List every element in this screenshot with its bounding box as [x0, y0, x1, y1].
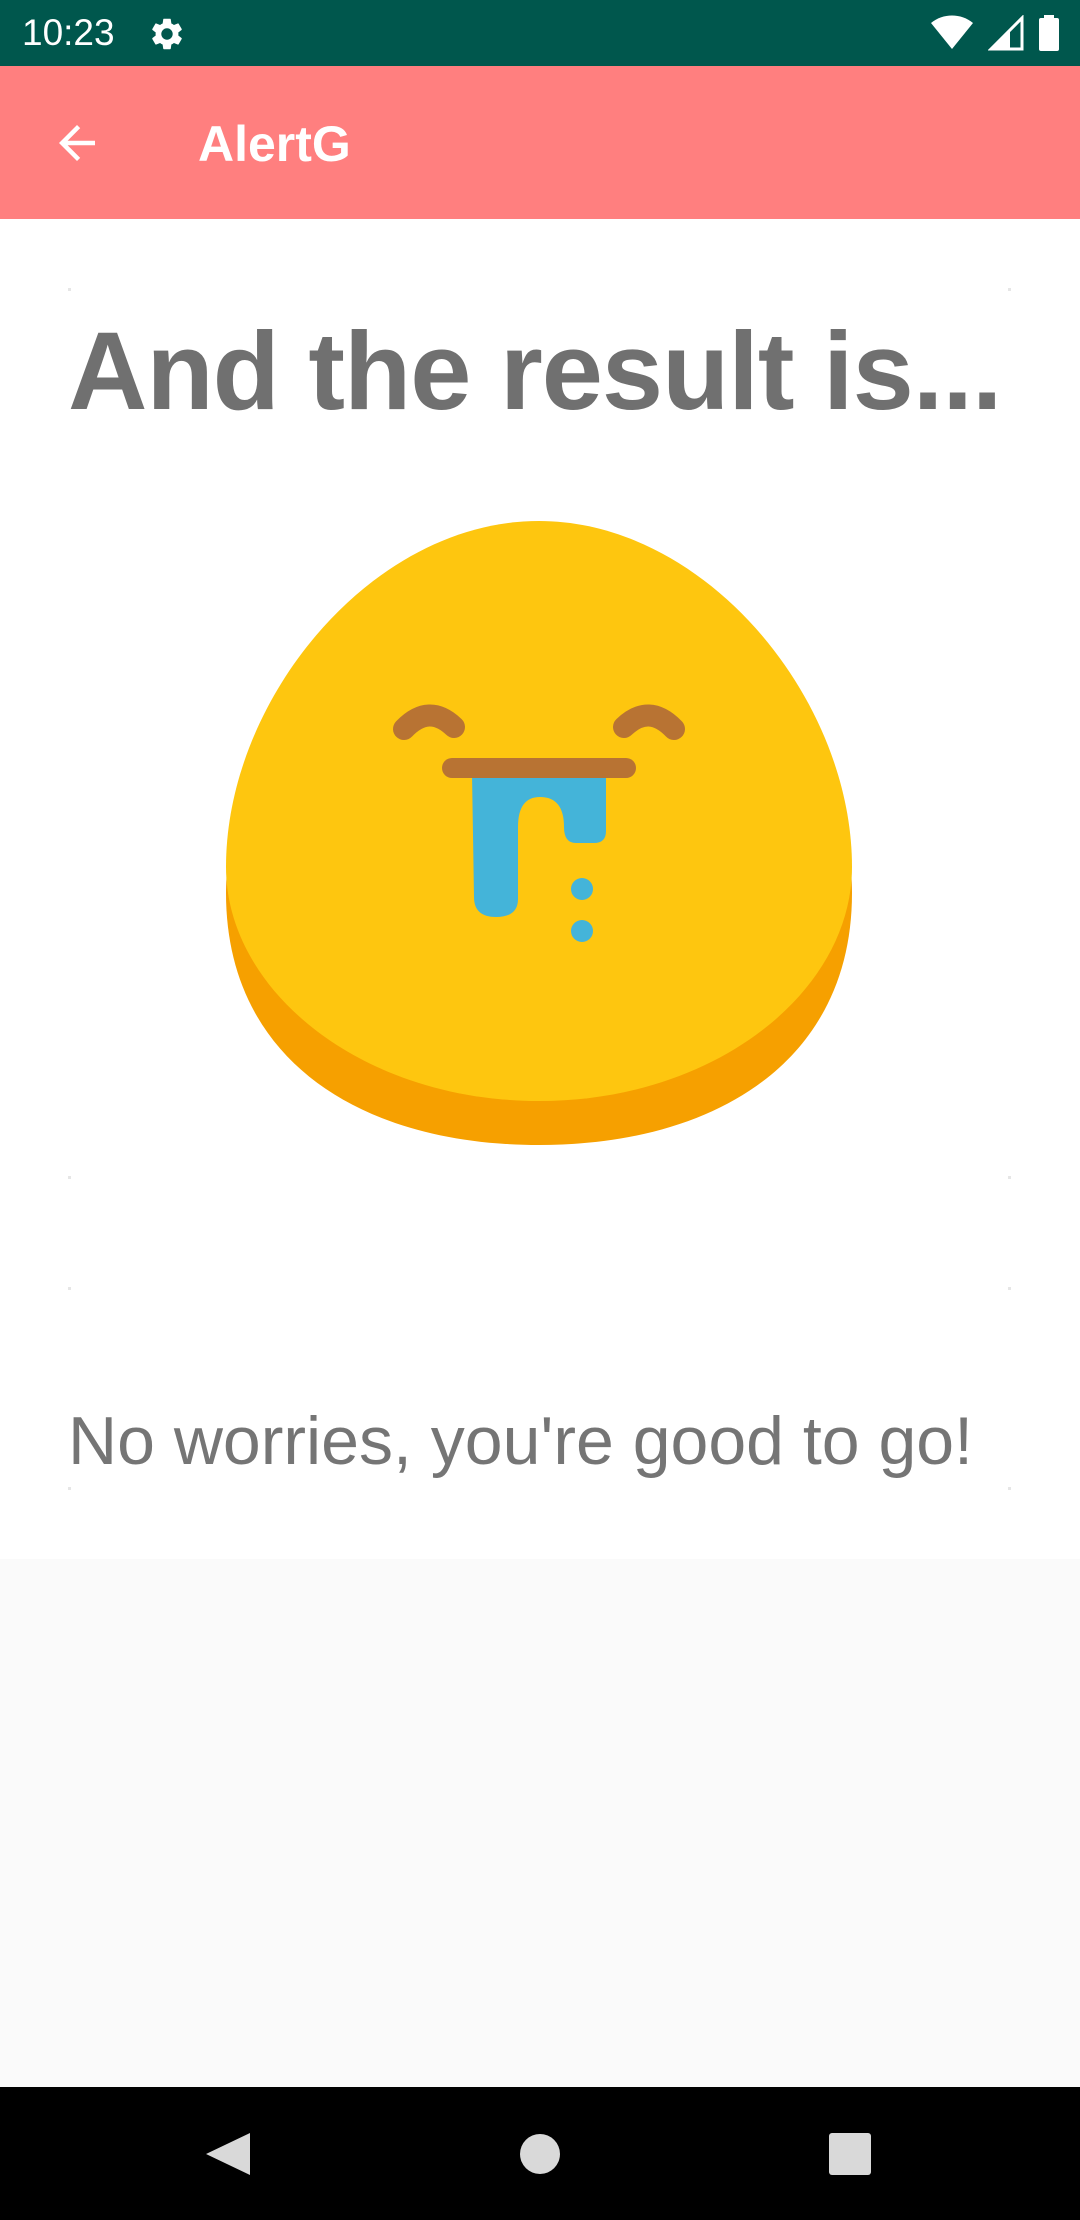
emoji-face: [226, 521, 852, 1101]
settings-gear-icon: [152, 18, 182, 50]
result-card: And the result is... No worries, you're …: [0, 219, 1080, 1559]
divider-dot: [68, 1487, 71, 1490]
arrow-back-icon[interactable]: [50, 116, 104, 170]
drool-drop: [571, 878, 593, 900]
drooling-face-emoji-icon: [226, 521, 852, 1145]
divider-dot: [68, 288, 71, 291]
mouth: [442, 758, 636, 778]
result-heading: And the result is...: [68, 310, 1002, 433]
app-title: AlertG: [198, 116, 351, 172]
divider-dot: [68, 1287, 71, 1290]
status-icons: [930, 14, 1060, 52]
divider-dot: [68, 1176, 71, 1179]
drool-drop: [571, 920, 593, 942]
status-bar: 10:23: [0, 0, 1080, 66]
status-time: 10:23: [22, 12, 115, 53]
cell-signal-icon: [988, 15, 1024, 51]
recents-square-icon[interactable]: [813, 2117, 887, 2191]
wifi-icon: [931, 15, 973, 49]
navigation-bar: [0, 2087, 1080, 2220]
battery-icon: [1039, 15, 1059, 51]
divider-dot: [1008, 1287, 1011, 1290]
divider-dot: [1008, 1176, 1011, 1179]
divider-dot: [1008, 288, 1011, 291]
app-bar: AlertG: [0, 66, 1080, 219]
back-triangle-icon[interactable]: [190, 2117, 264, 2191]
divider-dot: [1008, 1487, 1011, 1490]
screen: 10:23 AlertG And the result is... No wor…: [0, 0, 1080, 2220]
home-circle-icon[interactable]: [503, 2117, 577, 2191]
result-message: No worries, you're good to go!: [68, 1403, 974, 1479]
